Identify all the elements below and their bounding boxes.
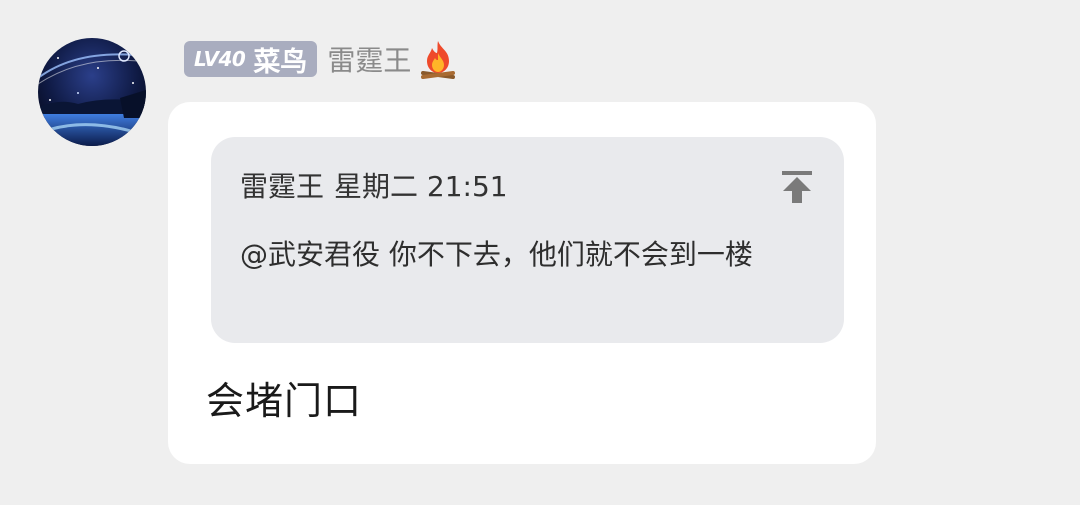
fire-icon	[421, 41, 456, 79]
level-title: 菜鸟	[253, 46, 308, 78]
chat-message-page: LV40 菜鸟 雷霆王 雷霆王 星期二 21:51 @武安君役 你不下去，他们就不…	[0, 0, 1080, 505]
quote-author: 雷霆王	[240, 170, 325, 203]
message-bubble[interactable]: 雷霆王 星期二 21:51 @武安君役 你不下去，他们就不会到一楼 会堵门口	[168, 102, 876, 464]
avatar[interactable]	[38, 38, 146, 146]
message-header: LV40 菜鸟 雷霆王	[184, 39, 457, 79]
sender-name[interactable]: 雷霆王	[327, 39, 411, 79]
quote-time: 星期二 21:51	[334, 170, 508, 203]
level-label: LV40	[194, 47, 246, 71]
quote-meta: 雷霆王 星期二 21:51	[240, 165, 508, 205]
quoted-message[interactable]: 雷霆王 星期二 21:51 @武安君役 你不下去，他们就不会到一楼	[211, 137, 844, 343]
jump-to-top-icon[interactable]	[779, 169, 815, 205]
quote-text: @武安君役 你不下去，他们就不会到一楼	[240, 238, 753, 271]
message-text: 会堵门口	[206, 379, 363, 423]
level-badge[interactable]: LV40 菜鸟	[184, 41, 318, 78]
night-sky-avatar-image	[38, 38, 146, 146]
